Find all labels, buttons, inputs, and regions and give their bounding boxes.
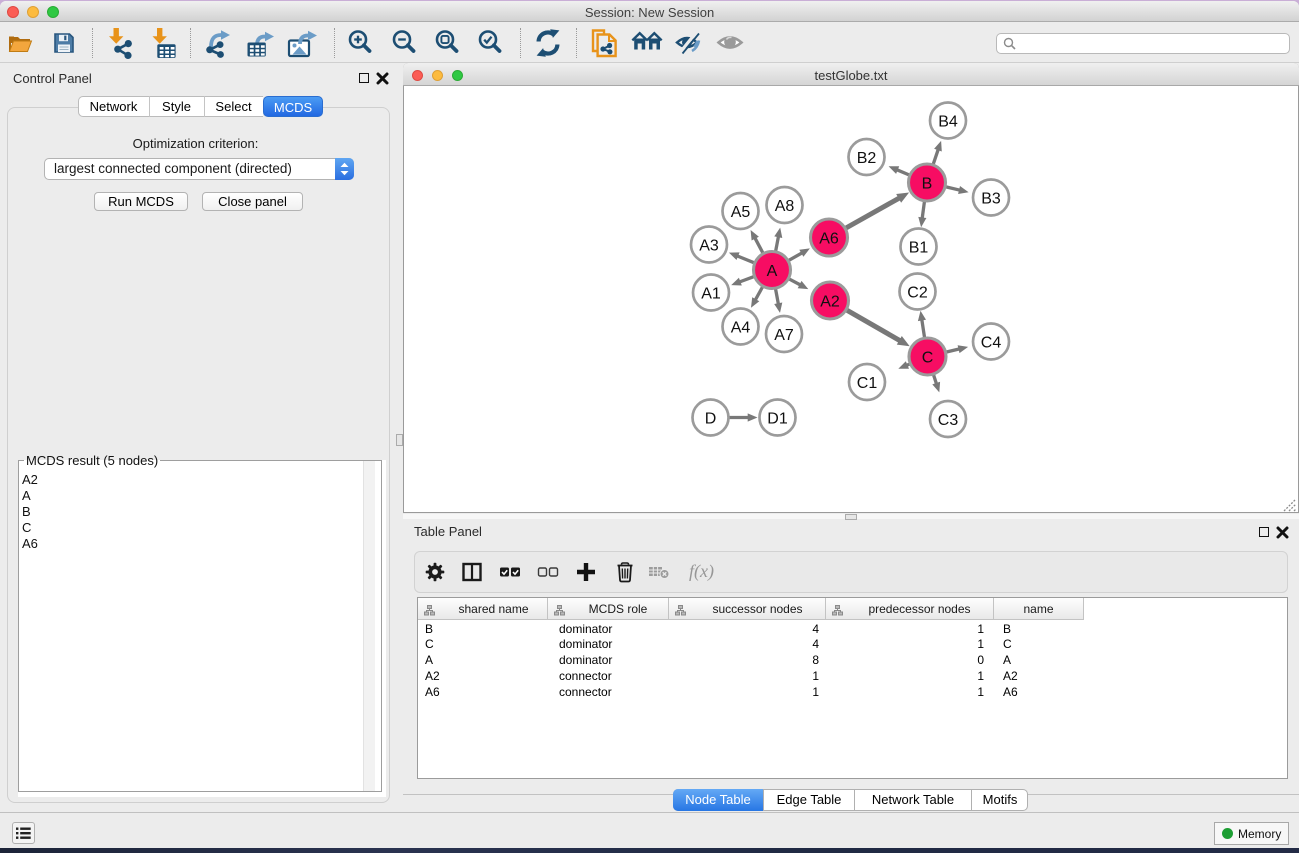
svg-text:C4: C4 xyxy=(981,334,1002,351)
svg-text:A5: A5 xyxy=(731,204,751,221)
svg-text:C2: C2 xyxy=(907,284,928,301)
svg-text:A1: A1 xyxy=(701,285,721,302)
svg-text:B4: B4 xyxy=(938,113,958,130)
svg-text:A3: A3 xyxy=(699,237,719,254)
svg-text:D1: D1 xyxy=(767,410,788,427)
svg-text:C1: C1 xyxy=(857,375,878,392)
svg-text:C3: C3 xyxy=(938,412,959,429)
svg-text:B1: B1 xyxy=(909,239,929,256)
svg-text:A7: A7 xyxy=(774,327,794,344)
svg-text:A: A xyxy=(767,263,778,280)
svg-text:A2: A2 xyxy=(820,293,840,310)
svg-text:A6: A6 xyxy=(819,230,839,247)
svg-text:B: B xyxy=(922,175,933,192)
svg-text:B3: B3 xyxy=(981,190,1001,207)
svg-text:A4: A4 xyxy=(731,319,751,336)
svg-text:D: D xyxy=(705,410,717,427)
svg-text:A8: A8 xyxy=(775,198,795,215)
svg-text:B2: B2 xyxy=(857,150,877,167)
svg-text:C: C xyxy=(922,349,934,366)
